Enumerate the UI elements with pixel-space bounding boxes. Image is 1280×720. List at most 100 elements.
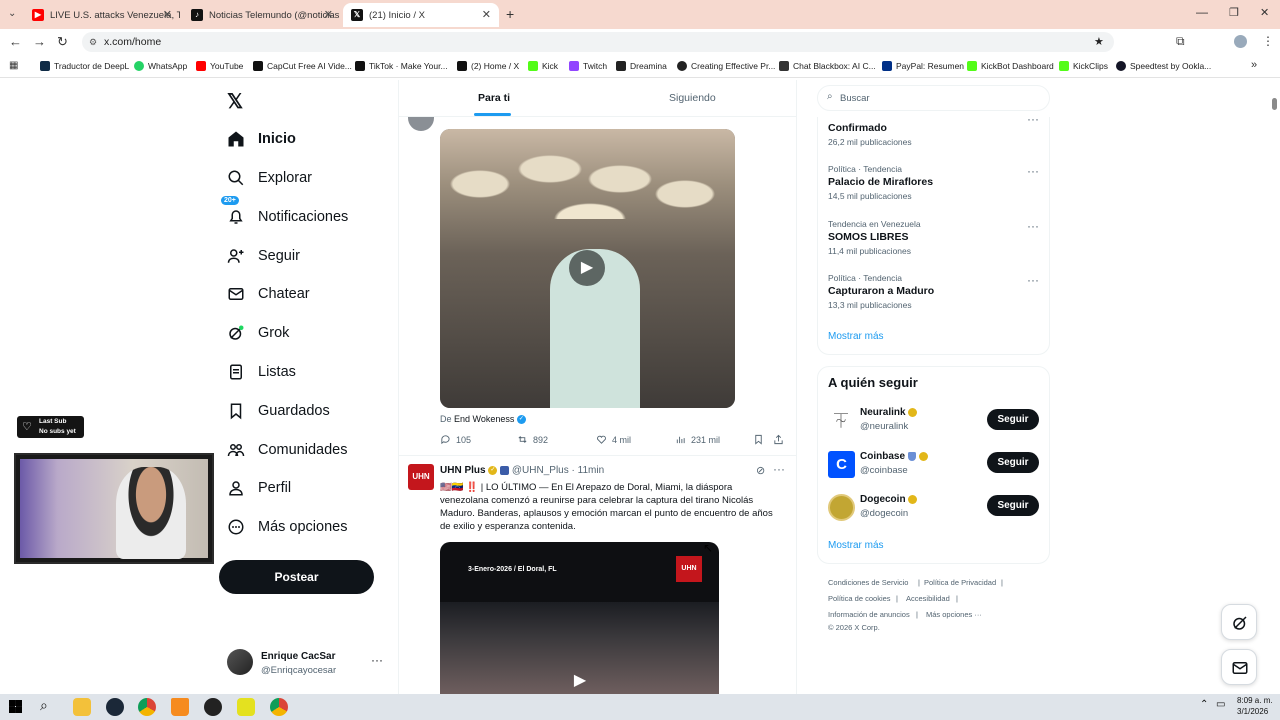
new-tab-icon[interactable]: +	[506, 6, 514, 22]
search-input[interactable]: ⌕ Buscar	[817, 85, 1050, 111]
taskbar-time[interactable]: 8:09 a. m.	[1237, 696, 1273, 705]
author-handle[interactable]: @UHN_Plus	[512, 465, 569, 476]
trend-item[interactable]: Tendencia en Venezuela SOMOS LIBRES 11,4…	[828, 219, 1039, 259]
obs-icon[interactable]	[204, 698, 222, 716]
x-logo-icon[interactable]: 𝕏	[227, 89, 243, 114]
nav-listas[interactable]: Listas	[227, 357, 296, 387]
like-button[interactable]: 4 mil	[596, 434, 631, 445]
account-more-icon[interactable]: ···	[371, 653, 383, 667]
check-app-icon[interactable]	[237, 698, 255, 716]
footer-accessibility-link[interactable]: Accesibilidad	[906, 594, 950, 603]
footer-ads-link[interactable]: Información de anuncios	[828, 610, 910, 619]
follow-button[interactable]: Seguir	[987, 452, 1039, 473]
author-name[interactable]: UHN Plus	[440, 465, 486, 476]
close-tab-icon[interactable]: ✕	[163, 8, 172, 21]
nav-mas-opciones[interactable]: Más opciones	[227, 512, 347, 542]
apps-grid-icon[interactable]: ▦	[9, 60, 18, 71]
bookmark-item[interactable]: Creating Effective Pr...	[677, 61, 775, 71]
bookmark-item[interactable]: WhatsApp	[134, 61, 187, 71]
avatar[interactable]	[408, 117, 434, 131]
trend-more-icon[interactable]: ···	[1027, 219, 1039, 233]
back-icon[interactable]: ←	[9, 34, 22, 49]
bookmark-item[interactable]: Kick	[528, 61, 558, 71]
chrome-active-icon[interactable]	[270, 698, 288, 716]
follow-item[interactable]: ⏇ Neuralink @neuralink	[828, 406, 978, 436]
reload-icon[interactable]: ↻	[57, 34, 68, 50]
tab-search-icon[interactable]: ⌄	[8, 8, 16, 19]
bookmark-item[interactable]: Traductor de DeepL	[40, 61, 129, 71]
bookmark-item[interactable]: YouTube	[196, 61, 243, 71]
menu-kebab-icon[interactable]: ⋮	[1262, 34, 1274, 48]
footer-more-link[interactable]: Más opciones ···	[926, 610, 982, 619]
forward-icon[interactable]: →	[33, 34, 46, 49]
nav-perfil[interactable]: Perfil	[227, 473, 291, 503]
reply-button[interactable]: 105	[440, 434, 471, 445]
close-tab-icon[interactable]: ✕	[324, 8, 333, 21]
close-window-icon[interactable]: ✕	[1260, 6, 1269, 19]
bookmark-item[interactable]: Chat Blackbox: AI C...	[779, 61, 876, 71]
post-video[interactable]: ▶	[440, 129, 735, 408]
nav-seguir[interactable]: Seguir	[227, 241, 300, 271]
vlc-icon[interactable]	[171, 698, 189, 716]
restore-icon[interactable]: ❐	[1229, 6, 1239, 19]
bookmark-star-icon[interactable]: ★	[1094, 32, 1104, 52]
follow-button[interactable]: Seguir	[987, 495, 1039, 516]
browser-tab-3[interactable]: 𝕏 (21) Inicio / X ✕	[343, 3, 499, 27]
follow-button[interactable]: Seguir	[987, 409, 1039, 430]
trend-more-icon[interactable]: ···	[1027, 273, 1039, 287]
footer-privacy-link[interactable]: Política de Privacidad	[924, 578, 996, 587]
post-video[interactable]: 3-Enero-2026 / El Doral, FL UHN ▶	[440, 542, 719, 694]
nav-explorar[interactable]: Explorar	[227, 163, 312, 193]
trend-item[interactable]: Política · Tendencia Capturaron a Maduro…	[828, 273, 1039, 313]
bookmark-item[interactable]: Speedtest by Ookla...	[1116, 61, 1211, 71]
scrollbar-thumb[interactable]	[1272, 98, 1277, 110]
bookmark-item[interactable]: TikTok · Make Your...	[355, 61, 448, 71]
nav-notificaciones[interactable]: 20+ Notificaciones	[221, 196, 348, 232]
bookmark-item[interactable]: Twitch	[569, 61, 607, 71]
trend-item[interactable]: Confirmado 26,2 mil publicaciones ···	[828, 112, 1039, 152]
chrome-icon[interactable]	[138, 698, 156, 716]
windows-start-icon[interactable]	[9, 700, 22, 713]
more-bookmarks-icon[interactable]: »	[1251, 59, 1257, 71]
post-button[interactable]: Postear	[219, 560, 374, 594]
tab-para-ti[interactable]: Para ti	[478, 92, 510, 104]
trend-more-icon[interactable]: ···	[1027, 164, 1039, 178]
taskbar-date[interactable]: 3/1/2026	[1237, 707, 1268, 716]
steam-icon[interactable]	[106, 698, 124, 716]
extensions-icon[interactable]: ⧉	[1176, 34, 1185, 49]
close-tab-icon[interactable]: ✕	[482, 8, 491, 21]
bookmark-item[interactable]: KickBot Dashboard	[967, 61, 1054, 71]
footer-terms-link[interactable]: Condiciones de Servicio	[828, 578, 908, 587]
browser-tab-2[interactable]: ♪ Noticias Telemundo (@noticias ✕	[183, 3, 341, 27]
file-explorer-icon[interactable]	[73, 698, 91, 716]
views-button[interactable]: 231 mil	[675, 434, 720, 445]
bookmark-item[interactable]: PayPal: Resumen	[882, 61, 964, 71]
messages-floating-button[interactable]	[1221, 649, 1257, 685]
nav-inicio[interactable]: Inicio	[227, 124, 296, 154]
show-more-trends-link[interactable]: Mostrar más	[828, 331, 884, 342]
follow-item[interactable]: Dogecoin @dogecoin	[828, 493, 978, 523]
url-field[interactable]: ⚙ x.com/home ★	[82, 32, 1114, 52]
bookmark-item[interactable]: Dreamina	[616, 61, 667, 71]
bookmark-item[interactable]: (2) Home / X	[457, 61, 519, 71]
trend-item[interactable]: Política · Tendencia Palacio de Miraflor…	[828, 164, 1039, 204]
play-button[interactable]: ▶	[569, 250, 605, 286]
bookmark-item[interactable]: CapCut Free AI Vide...	[253, 61, 352, 71]
post-time[interactable]: · 11min	[572, 465, 605, 476]
follow-item[interactable]: C Coinbase @coinbase	[828, 450, 978, 480]
search-icon[interactable]: ⌕	[40, 697, 48, 714]
bookmark-button[interactable]	[753, 434, 769, 445]
post-more-icon[interactable]: ···	[773, 462, 785, 476]
nav-comunidades[interactable]: Comunidades	[227, 435, 347, 465]
grok-floating-button[interactable]	[1221, 604, 1257, 640]
footer-cookies-link[interactable]: Política de cookies	[828, 594, 891, 603]
show-more-follow-link[interactable]: Mostrar más	[828, 540, 884, 551]
grok-post-icon[interactable]: ⊘	[756, 464, 765, 477]
nav-grok[interactable]: Grok	[227, 318, 289, 348]
network-icon[interactable]: ▭	[1216, 699, 1225, 710]
avatar[interactable]: UHN	[408, 464, 434, 490]
account-switcher[interactable]: Enrique CacSar @Enriqcayocesar ···	[227, 649, 387, 679]
minimize-icon[interactable]: —	[1196, 5, 1208, 19]
share-button[interactable]	[773, 434, 789, 445]
profile-avatar-icon[interactable]	[1234, 35, 1247, 48]
